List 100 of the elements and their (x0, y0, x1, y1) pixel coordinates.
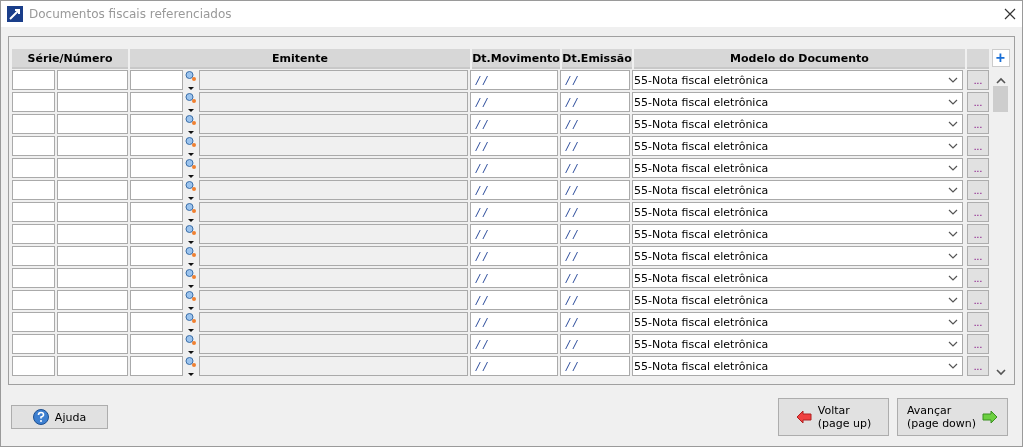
chevron-down-icon[interactable] (948, 143, 958, 149)
model-dropdown[interactable]: 55-Nota fiscal eletrônica (632, 136, 963, 156)
more-button[interactable]: ... (967, 268, 989, 288)
model-dropdown[interactable]: 55-Nota fiscal eletrônica (632, 312, 963, 332)
more-button[interactable]: ... (967, 224, 989, 244)
serie-field[interactable] (12, 334, 55, 354)
numero-field[interactable] (57, 334, 128, 354)
emitente-code-field[interactable] (130, 224, 183, 244)
chevron-down-icon[interactable] (948, 121, 958, 127)
emitente-code-field[interactable] (130, 202, 183, 222)
chevron-down-icon[interactable] (948, 99, 958, 105)
date-field[interactable]: / / (560, 312, 630, 332)
date-field[interactable]: / / (560, 202, 630, 222)
more-button[interactable]: ... (967, 356, 989, 376)
date-field[interactable]: / / (560, 224, 630, 244)
emitente-code-field[interactable] (130, 158, 183, 178)
more-button[interactable]: ... (967, 202, 989, 222)
chevron-down-icon[interactable] (948, 187, 958, 193)
more-button[interactable]: ... (967, 246, 989, 266)
date-field[interactable]: / / (560, 70, 630, 90)
search-icon[interactable] (185, 267, 197, 289)
emitente-code-field[interactable] (130, 334, 183, 354)
chevron-down-icon[interactable] (948, 231, 958, 237)
date-field[interactable]: / / (560, 246, 630, 266)
search-icon[interactable] (185, 245, 197, 267)
more-button[interactable]: ... (967, 136, 989, 156)
serie-field[interactable] (12, 70, 55, 90)
search-icon[interactable] (185, 135, 197, 157)
date-field[interactable]: / / (470, 202, 558, 222)
scroll-down-icon[interactable] (995, 369, 1006, 376)
chevron-down-icon[interactable] (948, 363, 958, 369)
chevron-down-icon[interactable] (948, 165, 958, 171)
numero-field[interactable] (57, 180, 128, 200)
date-field[interactable]: / / (560, 180, 630, 200)
model-dropdown[interactable]: 55-Nota fiscal eletrônica (632, 356, 963, 376)
serie-field[interactable] (12, 114, 55, 134)
date-field[interactable]: / / (470, 224, 558, 244)
search-icon[interactable] (185, 91, 197, 113)
emitente-code-field[interactable] (130, 312, 183, 332)
date-field[interactable]: / / (560, 92, 630, 112)
numero-field[interactable] (57, 202, 128, 222)
emitente-code-field[interactable] (130, 70, 183, 90)
search-icon[interactable] (185, 311, 197, 333)
numero-field[interactable] (57, 114, 128, 134)
model-dropdown[interactable]: 55-Nota fiscal eletrônica (632, 114, 963, 134)
more-button[interactable]: ... (967, 290, 989, 310)
search-icon[interactable] (185, 179, 197, 201)
date-field[interactable]: / / (470, 334, 558, 354)
scroll-thumb[interactable] (993, 86, 1008, 112)
more-button[interactable]: ... (967, 114, 989, 134)
chevron-down-icon[interactable] (948, 77, 958, 83)
serie-field[interactable] (12, 202, 55, 222)
emitente-code-field[interactable] (130, 356, 183, 376)
numero-field[interactable] (57, 312, 128, 332)
numero-field[interactable] (57, 246, 128, 266)
model-dropdown[interactable]: 55-Nota fiscal eletrônica (632, 246, 963, 266)
date-field[interactable]: / / (560, 268, 630, 288)
model-dropdown[interactable]: 55-Nota fiscal eletrônica (632, 70, 963, 90)
emitente-code-field[interactable] (130, 246, 183, 266)
emitente-code-field[interactable] (130, 92, 183, 112)
date-field[interactable]: / / (560, 114, 630, 134)
numero-field[interactable] (57, 136, 128, 156)
date-field[interactable]: / / (470, 268, 558, 288)
numero-field[interactable] (57, 158, 128, 178)
date-field[interactable]: / / (470, 136, 558, 156)
more-button[interactable]: ... (967, 180, 989, 200)
date-field[interactable]: / / (470, 290, 558, 310)
serie-field[interactable] (12, 136, 55, 156)
emitente-code-field[interactable] (130, 268, 183, 288)
date-field[interactable]: / / (560, 334, 630, 354)
numero-field[interactable] (57, 224, 128, 244)
forward-button[interactable]: Avançar (page down) (897, 398, 1008, 436)
chevron-down-icon[interactable] (948, 209, 958, 215)
more-button[interactable]: ... (967, 92, 989, 112)
serie-field[interactable] (12, 224, 55, 244)
emitente-code-field[interactable] (130, 180, 183, 200)
emitente-code-field[interactable] (130, 136, 183, 156)
serie-field[interactable] (12, 158, 55, 178)
chevron-down-icon[interactable] (948, 319, 958, 325)
more-button[interactable]: ... (967, 312, 989, 332)
serie-field[interactable] (12, 312, 55, 332)
more-button[interactable]: ... (967, 158, 989, 178)
date-field[interactable]: / / (470, 70, 558, 90)
chevron-down-icon[interactable] (948, 253, 958, 259)
numero-field[interactable] (57, 290, 128, 310)
serie-field[interactable] (12, 246, 55, 266)
serie-field[interactable] (12, 180, 55, 200)
chevron-down-icon[interactable] (948, 341, 958, 347)
search-icon[interactable] (185, 157, 197, 179)
search-icon[interactable] (185, 201, 197, 223)
date-field[interactable]: / / (560, 158, 630, 178)
more-button[interactable]: ... (967, 334, 989, 354)
date-field[interactable]: / / (470, 114, 558, 134)
numero-field[interactable] (57, 70, 128, 90)
more-button[interactable]: ... (967, 70, 989, 90)
date-field[interactable]: / / (560, 136, 630, 156)
date-field[interactable]: / / (470, 246, 558, 266)
close-icon[interactable] (1004, 8, 1016, 20)
search-icon[interactable] (185, 289, 197, 311)
serie-field[interactable] (12, 268, 55, 288)
